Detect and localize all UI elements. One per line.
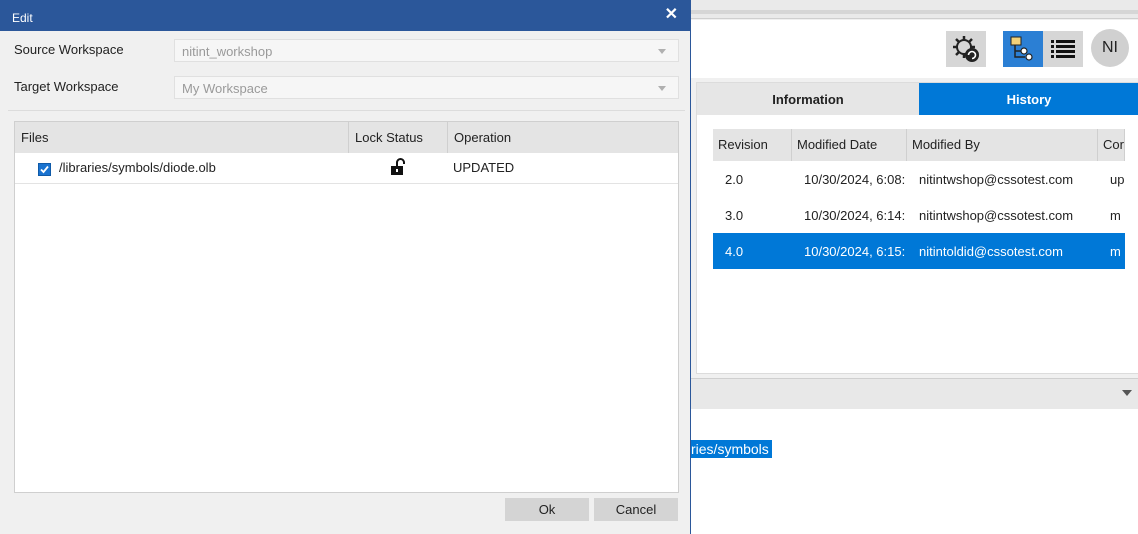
cancel-button[interactable]: Cancel: [594, 498, 678, 521]
comment-cell: m: [1110, 243, 1121, 259]
row-checkbox[interactable]: [38, 163, 51, 176]
history-table-header: Revision Modified Date Modified By Cor: [713, 129, 1125, 161]
divider: [8, 110, 685, 111]
details-panel: Information History Revision Modified Da…: [696, 82, 1138, 374]
modified-by-cell: nitintwshop@cssotest.com: [919, 207, 1074, 223]
target-workspace-label: Target Workspace: [14, 79, 119, 94]
target-workspace-value: My Workspace: [182, 81, 268, 96]
target-workspace-dropdown[interactable]: My Workspace: [174, 76, 679, 99]
path-panel: ries/symbols: [690, 409, 1138, 534]
tree-view-button[interactable]: [1003, 31, 1043, 67]
source-workspace-value: nitint_workshop: [182, 44, 273, 59]
comment-cell: m: [1110, 207, 1121, 223]
dialog-title-bar[interactable]: Edit ✕: [0, 0, 690, 31]
gear-refresh-icon: [953, 36, 979, 62]
modified-by-cell: nitintoldid@cssotest.com: [919, 243, 1063, 259]
dialog-title: Edit: [12, 11, 33, 25]
column-header-files[interactable]: Files: [15, 122, 349, 153]
list-view-button[interactable]: [1043, 31, 1083, 67]
table-row[interactable]: 3.0 10/30/2024, 6:14: nitintwshop@cssote…: [713, 197, 1125, 233]
modified-date-cell: 10/30/2024, 6:08:: [804, 171, 906, 187]
table-row[interactable]: /libraries/symbols/diode.olb UPDATED: [15, 153, 678, 184]
source-workspace-dropdown[interactable]: nitint_workshop: [174, 39, 679, 62]
source-workspace-label: Source Workspace: [14, 42, 124, 57]
column-header-lock-status[interactable]: Lock Status: [349, 122, 448, 153]
edit-dialog: Edit ✕ Source Workspace nitint_workshop …: [0, 0, 691, 534]
operation-cell: UPDATED: [453, 160, 515, 175]
revision-cell: 2.0: [725, 171, 744, 187]
gear-refresh-button[interactable]: [946, 31, 986, 67]
file-path-cell: /libraries/symbols/diode.olb: [59, 160, 216, 175]
revision-cell: 4.0: [725, 243, 744, 259]
files-table: Files Lock Status Operation /libraries/s…: [14, 121, 679, 493]
column-header-revision[interactable]: Revision: [713, 129, 792, 161]
revision-cell: 3.0: [725, 207, 744, 223]
ok-button[interactable]: Ok: [505, 498, 589, 521]
app-toolbar: NI: [690, 20, 1138, 78]
chevron-down-icon: [658, 49, 666, 54]
collapsible-section-header[interactable]: [690, 378, 1138, 410]
close-icon[interactable]: ✕: [665, 4, 678, 24]
chevron-down-icon[interactable]: [1122, 390, 1132, 396]
table-row[interactable]: 2.0 10/30/2024, 6:08: nitintwshop@cssote…: [713, 161, 1125, 197]
tree-view-icon: [1010, 36, 1033, 61]
column-header-modified-date[interactable]: Modified Date: [792, 129, 907, 161]
tab-information[interactable]: Information: [697, 83, 919, 115]
modified-by-cell: nitintwshop@cssotest.com: [919, 171, 1074, 187]
app-top-divider: [690, 10, 1138, 14]
unlocked-padlock-icon: [389, 157, 409, 177]
tab-history[interactable]: History: [919, 83, 1138, 115]
modified-date-cell: 10/30/2024, 6:15:: [804, 243, 906, 259]
chevron-down-icon: [658, 86, 666, 91]
modified-date-cell: 10/30/2024, 6:14:: [804, 207, 906, 223]
checkmark-icon: [40, 165, 49, 174]
files-table-header: Files Lock Status Operation: [15, 122, 678, 153]
selected-path-text[interactable]: ries/symbols: [690, 440, 772, 458]
history-table: Revision Modified Date Modified By Cor 2…: [713, 129, 1125, 269]
user-avatar[interactable]: NI: [1091, 29, 1129, 67]
column-header-comment[interactable]: Cor: [1098, 129, 1125, 161]
list-view-icon: [1051, 40, 1075, 58]
column-header-operation[interactable]: Operation: [448, 122, 678, 153]
table-row-selected[interactable]: 4.0 10/30/2024, 6:15: nitintoldid@cssote…: [713, 233, 1125, 269]
comment-cell: up: [1110, 171, 1125, 187]
column-header-modified-by[interactable]: Modified By: [907, 129, 1098, 161]
